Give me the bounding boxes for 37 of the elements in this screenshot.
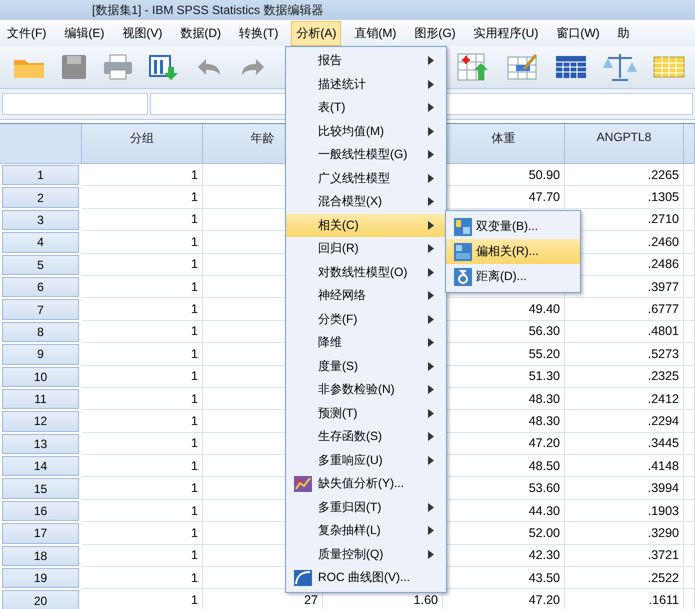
table-cell: .5273 [565, 343, 684, 366]
table-cell: 1 [82, 366, 203, 388]
table-cell: .3721 [565, 544, 684, 568]
table-cell: 1 [82, 343, 203, 366]
table-cell: 1 [82, 388, 203, 410]
table-cell: .2325 [565, 366, 684, 388]
table-cell: .3994 [565, 477, 684, 500]
table-cell: 1 [82, 432, 203, 456]
table-cell: 1 [82, 276, 203, 298]
table-cell: .2522 [565, 567, 684, 590]
window-title: [数据集1] - IBM SPSS Statistics 数据编辑器 [92, 2, 324, 18]
table-cell: .1903 [565, 500, 684, 522]
table-cell: 1 [82, 455, 203, 478]
table-cell: 1 [82, 186, 203, 209]
table-cell: 1 [82, 231, 203, 254]
table-cell: 1 [82, 500, 203, 522]
table-cell: .1611 [565, 589, 684, 609]
table-cell: .3445 [565, 432, 684, 456]
table-cell: .4148 [565, 455, 684, 478]
table-cell: .2265 [565, 164, 684, 186]
table-cell: 1 [82, 522, 203, 545]
table-cell: 1 [82, 254, 203, 276]
table-cell: 1 [82, 410, 203, 433]
table-cell: .1305 [565, 186, 684, 209]
table-cell: .2294 [565, 410, 684, 433]
table-cell: 1 [82, 208, 203, 232]
table-cell: .3290 [565, 522, 684, 545]
table-cell: .6777 [565, 298, 684, 321]
table-cell: 1 [82, 298, 203, 321]
table-cell: .2412 [565, 388, 684, 410]
table-cell: .4801 [565, 320, 684, 344]
table-cell: 1 [82, 567, 203, 590]
table-cell: 1 [82, 164, 203, 186]
table-cell: 1 [82, 589, 203, 609]
table-cell: 1 [82, 320, 203, 344]
table-cell: 1 [82, 544, 203, 568]
table-cell: 1 [82, 477, 203, 500]
